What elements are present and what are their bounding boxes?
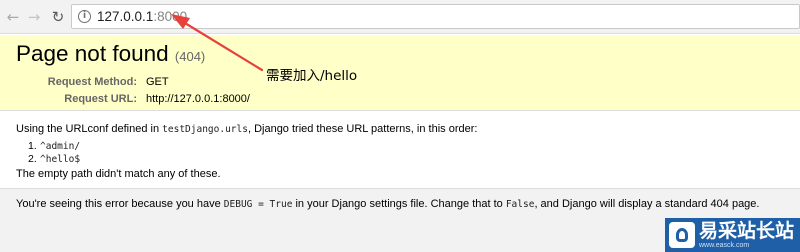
- false-value: False: [505, 199, 535, 210]
- request-method-label: Request Method:: [47, 76, 137, 88]
- error-summary: Page not found (404) Request Method: GET…: [0, 35, 800, 111]
- pattern-text: ^hello$: [40, 154, 81, 165]
- url-pattern-item: 2. ^hello$: [28, 153, 80, 166]
- urlconf-intro: Using the URLconf defined in testDjango.…: [16, 122, 477, 137]
- url-text[interactable]: 127.0.0.1:8000: [97, 8, 187, 26]
- back-arrow-icon[interactable]: ←: [3, 7, 23, 27]
- urlconf-module: testDjango.urls: [162, 124, 248, 135]
- watermark-icon: [669, 222, 695, 248]
- url-pattern-item: 1. ^admin/: [28, 140, 80, 153]
- url-port: :8000: [153, 9, 188, 24]
- explanation-part: , and Django will display a standard 404…: [534, 198, 760, 210]
- request-method-value: GET: [146, 76, 169, 88]
- url-patterns-list: 1. ^admin/ 2. ^hello$: [28, 140, 80, 166]
- request-url-label: Request URL:: [64, 93, 137, 105]
- debug-setting: DEBUG = True: [223, 199, 293, 210]
- intro-text-after: , Django tried these URL patterns, in th…: [247, 123, 478, 135]
- page-title: Page not found (404): [16, 40, 205, 71]
- intro-text-before: Using the URLconf defined in: [16, 123, 163, 135]
- watermark-text: 易采站长站: [699, 220, 795, 242]
- urlconf-info: Using the URLconf defined in testDjango.…: [0, 112, 800, 188]
- empty-path-message: The empty path didn't match any of these…: [16, 168, 221, 180]
- explanation-part: in your Django settings file. Change tha…: [292, 198, 506, 210]
- watermark-logo: 易采站长站 www.easck.com: [665, 218, 800, 252]
- watermark-subtext: www.easck.com: [699, 242, 750, 249]
- url-host: 127.0.0.1: [97, 9, 154, 24]
- forward-arrow-icon[interactable]: →: [24, 7, 44, 27]
- reload-icon[interactable]: ↻: [48, 7, 68, 27]
- browser-toolbar: ← → ↻ i 127.0.0.1:8000: [0, 0, 800, 34]
- pattern-text: ^admin/: [40, 141, 81, 152]
- pattern-number: 1.: [28, 140, 37, 152]
- status-code: (404): [174, 49, 206, 64]
- annotation-text: 需要加入/hello: [266, 68, 358, 84]
- request-url-value: http://127.0.0.1:8000/: [146, 93, 250, 105]
- explanation-text: You're seeing this error because you hav…: [16, 197, 759, 212]
- info-circle-icon[interactable]: i: [78, 10, 91, 23]
- page-title-text: Page not found: [16, 41, 169, 66]
- pattern-number: 2.: [28, 153, 37, 165]
- explanation-part: You're seeing this error because you hav…: [16, 198, 224, 210]
- address-bar[interactable]: i 127.0.0.1:8000: [71, 4, 800, 29]
